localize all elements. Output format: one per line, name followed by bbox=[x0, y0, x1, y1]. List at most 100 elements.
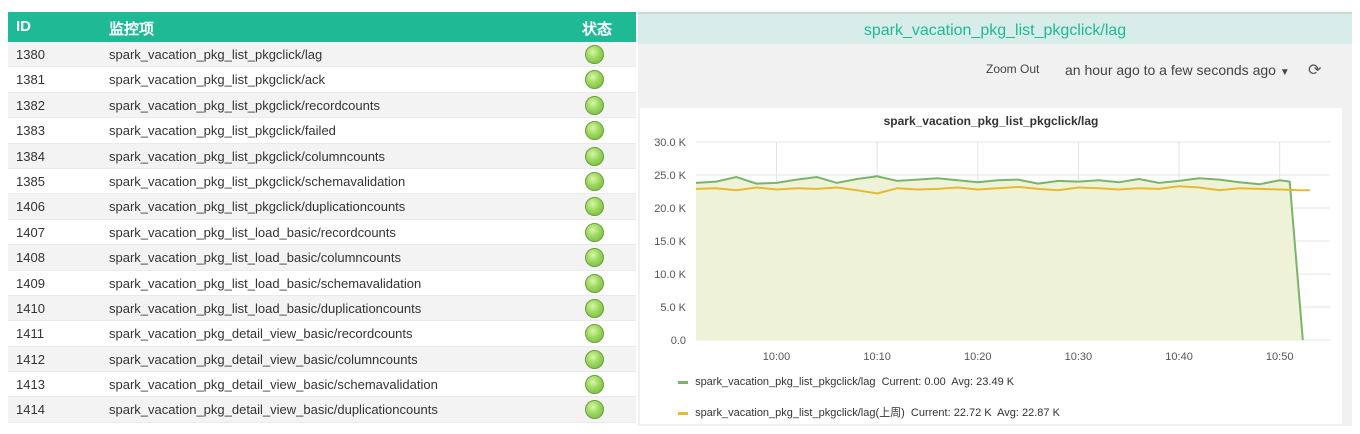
x-tick-label: 10:50 bbox=[1266, 351, 1294, 363]
header-item: 监控项 bbox=[109, 21, 155, 38]
x-tick-label: 10:10 bbox=[863, 351, 891, 363]
row-id: 1410 bbox=[16, 300, 45, 316]
row-id: 1406 bbox=[16, 199, 45, 215]
table-row[interactable]: 1381 spark_vacation_pkg_list_pkgclick/ack bbox=[8, 67, 636, 93]
series-area bbox=[696, 176, 1303, 340]
table-row[interactable]: 1380 spark_vacation_pkg_list_pkgclick/lag bbox=[8, 42, 636, 68]
row-monitor-item[interactable]: spark_vacation_pkg_list_pkgclick/duplica… bbox=[109, 199, 405, 214]
status-ok-icon bbox=[585, 375, 604, 395]
status-ok-icon bbox=[585, 70, 604, 90]
y-tick-label: 30.0 K bbox=[654, 137, 686, 149]
row-monitor-item[interactable]: spark_vacation_pkg_list_pkgclick/ack bbox=[109, 72, 325, 87]
x-tick-label: 10:30 bbox=[1065, 351, 1093, 363]
table-row[interactable]: 1409 spark_vacation_pkg_list_load_basic/s… bbox=[8, 270, 636, 296]
table-body: 1380 spark_vacation_pkg_list_pkgclick/lag… bbox=[8, 42, 636, 423]
panel-toolbar: Zoom Out an hour ago to a few seconds ag… bbox=[638, 44, 1352, 96]
panel-title: spark_vacation_pkg_list_pkgclick/lag bbox=[638, 12, 1352, 44]
y-tick-label: 10.0 K bbox=[654, 269, 686, 281]
table-row[interactable]: 1412 spark_vacation_pkg_detail_view_basic… bbox=[8, 346, 636, 373]
row-monitor-item[interactable]: spark_vacation_pkg_detail_view_basic/rec… bbox=[109, 326, 413, 341]
row-monitor-item[interactable]: spark_vacation_pkg_list_pkgclick/schemav… bbox=[109, 174, 405, 189]
y-tick-label: 0.0 bbox=[671, 335, 686, 347]
status-ok-icon bbox=[585, 349, 604, 369]
table-row[interactable]: 1413 spark_vacation_pkg_detail_view_basic… bbox=[8, 372, 636, 398]
status-ok-icon bbox=[585, 248, 604, 268]
row-id: 1407 bbox=[16, 224, 45, 240]
row-monitor-item[interactable]: spark_vacation_pkg_list_pkgclick/failed bbox=[109, 123, 336, 138]
refresh-icon[interactable]: ⟳ bbox=[1308, 60, 1321, 80]
status-ok-icon bbox=[585, 171, 604, 191]
status-ok-icon bbox=[585, 222, 604, 242]
chart-title: spark_vacation_pkg_list_pkgclick/lag bbox=[883, 114, 1099, 128]
y-tick-label: 25.0 K bbox=[654, 170, 686, 182]
table-row[interactable]: 1414 spark_vacation_pkg_detail_view_basic… bbox=[8, 397, 636, 423]
status-ok-icon bbox=[585, 95, 604, 115]
row-monitor-item[interactable]: spark_vacation_pkg_list_pkgclick/lag bbox=[109, 47, 322, 62]
row-monitor-item[interactable]: spark_vacation_pkg_list_load_basic/colum… bbox=[109, 250, 401, 265]
table-row[interactable]: 1411 spark_vacation_pkg_detail_view_basic… bbox=[8, 321, 636, 347]
row-id: 1382 bbox=[16, 97, 45, 113]
status-ok-icon bbox=[585, 400, 604, 420]
row-monitor-item[interactable]: spark_vacation_pkg_list_load_basic/recor… bbox=[109, 225, 396, 240]
header-status: 状态 bbox=[582, 21, 613, 38]
legend-item-lag[interactable]: spark_vacation_pkg_list_pkgclick/lag Cur… bbox=[678, 376, 1014, 388]
row-id: 1383 bbox=[16, 123, 45, 139]
zoom-out-button[interactable]: Zoom Out bbox=[986, 62, 1039, 76]
table-row[interactable]: 1384 spark_vacation_pkg_list_pkgclick/col… bbox=[8, 143, 636, 169]
row-id: 1411 bbox=[16, 326, 44, 342]
row-id: 1381 bbox=[16, 72, 45, 88]
status-ok-icon bbox=[585, 298, 604, 318]
header-id: ID bbox=[16, 18, 31, 35]
legend-avg: Avg: 22.87 K bbox=[997, 407, 1060, 419]
table-row[interactable]: 1407 spark_vacation_pkg_list_load_basic/r… bbox=[8, 219, 636, 246]
row-monitor-item[interactable]: spark_vacation_pkg_list_pkgclick/columnc… bbox=[109, 149, 385, 164]
row-monitor-item[interactable]: spark_vacation_pkg_detail_view_basic/sch… bbox=[109, 377, 438, 392]
legend-name: spark_vacation_pkg_list_pkgclick/lag bbox=[695, 376, 876, 388]
row-monitor-item[interactable]: spark_vacation_pkg_detail_view_basic/dup… bbox=[109, 402, 438, 417]
row-id: 1409 bbox=[16, 275, 45, 291]
table-row[interactable]: 1408 spark_vacation_pkg_list_load_basic/c… bbox=[8, 245, 636, 271]
row-monitor-item[interactable]: spark_vacation_pkg_list_load_basic/dupli… bbox=[109, 301, 421, 316]
status-ok-icon bbox=[585, 197, 604, 217]
y-tick-label: 20.0 K bbox=[654, 203, 686, 215]
x-tick-label: 10:20 bbox=[964, 351, 992, 363]
row-id: 1384 bbox=[16, 148, 45, 164]
time-range-picker[interactable]: an hour ago to a few seconds ago ▼ bbox=[1065, 62, 1290, 78]
table-row[interactable]: 1385 spark_vacation_pkg_list_pkgclick/sch… bbox=[8, 168, 636, 195]
row-id: 1414 bbox=[16, 402, 45, 418]
y-tick-label: 5.0 K bbox=[660, 302, 686, 314]
graph-panel: spark_vacation_pkg_list_pkgclick/lag Zoo… bbox=[638, 12, 1352, 426]
x-tick-label: 10:40 bbox=[1165, 351, 1193, 363]
table-row[interactable]: 1382 spark_vacation_pkg_list_pkgclick/rec… bbox=[8, 92, 636, 119]
legend-name: spark_vacation_pkg_list_pkgclick/lag(上周) bbox=[695, 407, 905, 419]
row-id: 1413 bbox=[16, 377, 45, 393]
legend-swatch-yellow bbox=[678, 411, 688, 415]
legend-current: Current: 22.72 K bbox=[910, 407, 992, 419]
legend-swatch-green bbox=[678, 380, 688, 384]
legend-item-lag-lastweek[interactable]: spark_vacation_pkg_list_pkgclick/lag(上周)… bbox=[678, 404, 1060, 420]
row-id: 1412 bbox=[16, 351, 45, 367]
row-monitor-item[interactable]: spark_vacation_pkg_list_load_basic/schem… bbox=[109, 276, 421, 291]
row-id: 1408 bbox=[16, 250, 45, 266]
row-id: 1385 bbox=[16, 173, 45, 189]
legend-avg: Avg: 23.49 K bbox=[951, 376, 1015, 388]
chart-area: spark_vacation_pkg_list_pkgclick/lag 0.0… bbox=[640, 108, 1342, 424]
x-tick-label: 10:00 bbox=[763, 351, 791, 363]
row-monitor-item[interactable]: spark_vacation_pkg_list_pkgclick/recordc… bbox=[109, 98, 380, 113]
status-ok-icon bbox=[585, 273, 604, 293]
legend-current: Current: 0.00 bbox=[881, 376, 946, 388]
status-ok-icon bbox=[585, 324, 604, 344]
table-row[interactable]: 1383 spark_vacation_pkg_list_pkgclick/fai… bbox=[8, 118, 636, 144]
time-range-label: an hour ago to a few seconds ago bbox=[1065, 62, 1276, 78]
caret-down-icon: ▼ bbox=[1279, 67, 1290, 78]
table-row[interactable]: 1410 spark_vacation_pkg_list_load_basic/d… bbox=[8, 295, 636, 322]
status-ok-icon bbox=[585, 146, 604, 166]
table-header: ID 监控项 状态 bbox=[8, 12, 636, 42]
status-ok-icon bbox=[585, 121, 604, 141]
monitor-table: ID 监控项 状态 1380 spark_vacation_pkg_list_pk… bbox=[8, 12, 636, 424]
y-tick-label: 15.0 K bbox=[654, 236, 686, 248]
status-ok-icon bbox=[585, 45, 604, 64]
table-row[interactable]: 1406 spark_vacation_pkg_list_pkgclick/dup… bbox=[8, 194, 636, 220]
row-id: 1380 bbox=[16, 47, 45, 62]
row-monitor-item[interactable]: spark_vacation_pkg_detail_view_basic/col… bbox=[109, 352, 418, 367]
